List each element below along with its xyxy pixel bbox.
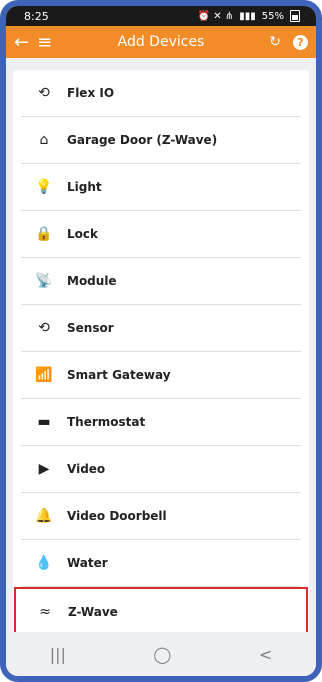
- device-label: Lock: [67, 227, 98, 241]
- device-list: ⟲ Flex IO ⌂ Garage Door (Z-Wave) 💡 Light 🔒 Lock…: [13, 70, 309, 637]
- device-item-thermostat[interactable]: ▬ Thermostat: [21, 399, 301, 446]
- device-item-water[interactable]: 💧 Water: [21, 540, 301, 587]
- status-bar: 8:25 ⏰ ✕ ⋔ ▮▮▮ 55%: [6, 6, 316, 26]
- device-icon: ⌂: [39, 132, 49, 148]
- signal-icon: ▮▮▮: [239, 10, 256, 22]
- device-label: Video: [67, 462, 106, 476]
- battery-percentage: 55%: [261, 10, 284, 22]
- device-label: Z-Wave: [68, 605, 118, 619]
- device-item-video[interactable]: ▶ Video: [21, 446, 301, 493]
- device-item-z-wave[interactable]: ≈ Z-Wave: [14, 587, 308, 637]
- device-icon: 💧: [35, 555, 53, 571]
- device-label: Garage Door (Z-Wave): [67, 133, 218, 147]
- device-item-sensor[interactable]: ⟲ Sensor: [21, 305, 301, 352]
- device-label: Light: [67, 180, 102, 194]
- device-label: Module: [67, 274, 117, 288]
- phone-frame: 8:25 ⏰ ✕ ⋔ ▮▮▮ 55% ← ≡ Add Devices ↻ ? ⟲…: [0, 0, 322, 682]
- device-icon: ▶: [38, 461, 50, 477]
- device-label: Smart Gateway: [67, 368, 171, 382]
- device-icon: ⟲: [38, 85, 50, 101]
- device-label: Video Doorbell: [67, 509, 167, 523]
- device-icon: 💡: [35, 179, 53, 195]
- device-label: Flex IO: [67, 86, 115, 100]
- device-item-light[interactable]: 💡 Light: [21, 164, 301, 211]
- refresh-icon[interactable]: ↻: [269, 34, 281, 50]
- device-icon: ⟲: [38, 320, 50, 336]
- menu-icon[interactable]: ≡: [37, 32, 52, 53]
- help-icon[interactable]: ?: [293, 34, 308, 50]
- android-nav-bar: ||| ◯ <: [6, 632, 316, 676]
- battery-icon: [290, 10, 300, 22]
- device-icon: 📶: [35, 367, 53, 383]
- device-icon: 📡: [35, 273, 53, 289]
- device-item-flex-io[interactable]: ⟲ Flex IO: [21, 70, 301, 117]
- status-icons: ⏰ ✕ ⋔ ▮▮▮ 55%: [198, 10, 300, 22]
- device-label: Thermostat: [67, 415, 146, 429]
- device-item-module[interactable]: 📡 Module: [21, 258, 301, 305]
- header-right: ↻ ?: [269, 34, 308, 50]
- back-button[interactable]: <: [259, 645, 272, 664]
- recent-apps-button[interactable]: |||: [50, 645, 66, 664]
- device-item-garage-door-z-wave[interactable]: ⌂ Garage Door (Z-Wave): [21, 117, 301, 164]
- back-arrow-icon[interactable]: ←: [14, 32, 29, 53]
- device-icon: 🔒: [35, 226, 53, 242]
- device-icon: ▬: [37, 414, 51, 430]
- notification-icons: ⏰ ✕ ⋔: [197, 10, 234, 22]
- home-button[interactable]: ◯: [153, 645, 171, 664]
- device-icon: 🔔: [35, 508, 53, 524]
- device-list-panel: ⟲ Flex IO ⌂ Garage Door (Z-Wave) 💡 Light 🔒 Lock…: [13, 70, 309, 644]
- status-time: 8:25: [24, 9, 49, 23]
- device-icon: ≈: [39, 604, 51, 620]
- device-item-video-doorbell[interactable]: 🔔 Video Doorbell: [21, 493, 301, 540]
- header-left: ← ≡: [14, 32, 52, 53]
- app-header: ← ≡ Add Devices ↻ ?: [6, 26, 316, 58]
- device-label: Sensor: [67, 321, 114, 335]
- device-item-smart-gateway[interactable]: 📶 Smart Gateway: [21, 352, 301, 399]
- device-label: Water: [67, 556, 108, 570]
- device-item-lock[interactable]: 🔒 Lock: [21, 211, 301, 258]
